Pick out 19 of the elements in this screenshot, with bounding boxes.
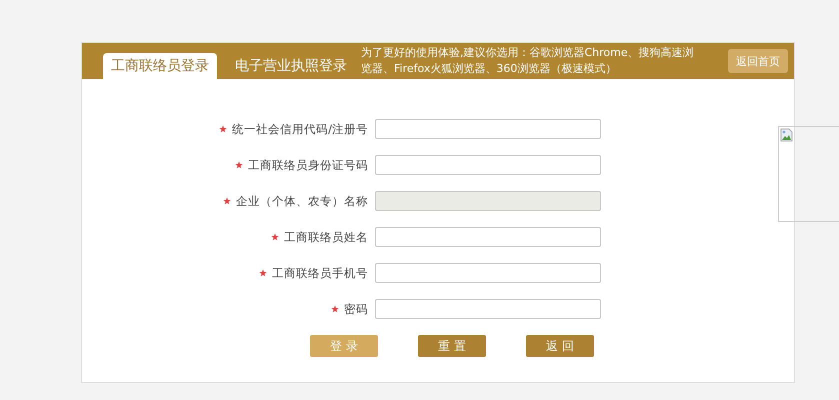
field-label: 工商联络员身份证号码 — [248, 158, 368, 172]
input-field[interactable] — [375, 227, 601, 247]
field-label: 工商联络员姓名 — [284, 230, 368, 244]
field-label: 工商联络员手机号 — [272, 266, 368, 280]
field-label: 密码 — [344, 302, 368, 316]
field-label: 统一社会信用代码/注册号 — [232, 122, 368, 136]
field-label: 企业（个体、农专）名称 — [236, 194, 368, 208]
login-tab[interactable]: 电子营业执照登录 — [227, 53, 355, 79]
form-button[interactable]: 登 录 — [310, 335, 378, 357]
home-button[interactable]: 返回首页 — [728, 49, 788, 73]
input-field[interactable] — [375, 263, 601, 283]
broken-image-icon — [780, 128, 794, 142]
form-button[interactable]: 重 置 — [418, 335, 486, 357]
input-field[interactable] — [375, 119, 601, 139]
input-field[interactable] — [375, 299, 601, 319]
browser-notice: 为了更好的使用体验,建议你选用：谷歌浏览器Chrome、搜狗高速浏览器、Firefox火狐浏览器、360浏览器（极速模式） — [361, 45, 695, 77]
form-button[interactable]: 返 回 — [526, 335, 594, 357]
input-field[interactable] — [375, 155, 601, 175]
login-tab[interactable]: 工商联络员登录 — [103, 53, 217, 79]
